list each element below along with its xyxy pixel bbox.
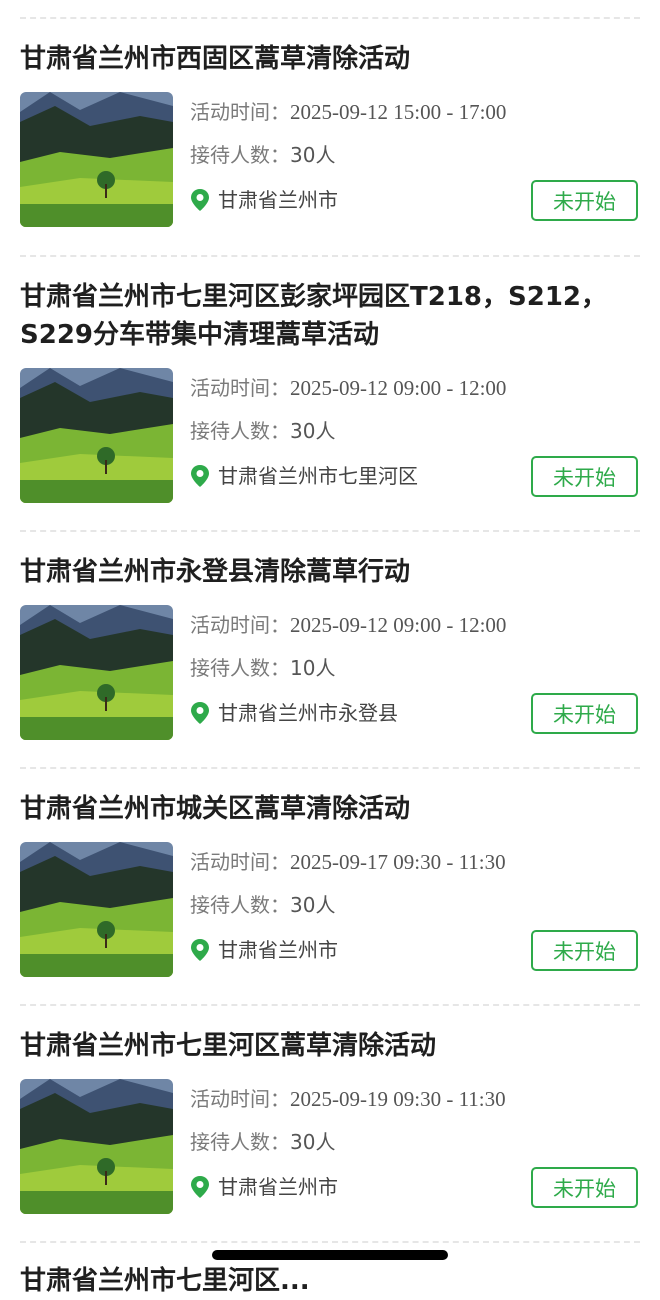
- activity-time: 活动时间：2025-09-19 09:30 - 11:30: [190, 1085, 506, 1113]
- activity-location-text: 甘肃省兰州市: [218, 1175, 338, 1199]
- activity-time-label: 活动时间：: [190, 1087, 290, 1111]
- location-pin-icon: [191, 939, 209, 961]
- activity-people: 接待人数：30人: [190, 141, 335, 169]
- activity-time-value: 2025-09-17 09:30 - 11:30: [290, 850, 506, 874]
- activity-time-label: 活动时间：: [190, 100, 290, 124]
- activity-people-label: 接待人数：: [190, 893, 290, 917]
- activity-thumbnail[interactable]: [20, 842, 173, 977]
- activity-time-value: 2025-09-19 09:30 - 11:30: [290, 1087, 506, 1111]
- activity-people-value: 30人: [290, 893, 336, 917]
- status-button[interactable]: 未开始: [531, 1167, 638, 1208]
- activity-time-label: 活动时间：: [190, 376, 290, 400]
- activity-people-value: 30人: [290, 1130, 336, 1154]
- activity-time-value: 2025-09-12 09:00 - 12:00: [290, 376, 507, 400]
- activity-people-value: 30人: [290, 419, 336, 443]
- activity-thumbnail[interactable]: [20, 92, 173, 227]
- activity-time: 活动时间：2025-09-12 09:00 - 12:00: [190, 611, 506, 639]
- activity-people-value: 30人: [290, 143, 336, 167]
- activity-time-label: 活动时间：: [190, 613, 290, 637]
- landscape-image: [20, 92, 173, 227]
- activity-people-label: 接待人数：: [190, 656, 290, 680]
- activity-thumbnail[interactable]: [20, 368, 173, 503]
- divider: [20, 767, 640, 769]
- activity-location-text: 甘肃省兰州市永登县: [218, 701, 398, 725]
- divider: [20, 530, 640, 532]
- landscape-image: [20, 842, 173, 977]
- home-indicator[interactable]: [212, 1250, 448, 1260]
- landscape-image: [20, 1079, 173, 1214]
- activity-people: 接待人数：10人: [190, 654, 335, 682]
- divider: [20, 1241, 640, 1243]
- divider: [20, 255, 640, 257]
- status-button[interactable]: 未开始: [531, 693, 638, 734]
- activity-people: 接待人数：30人: [190, 417, 335, 445]
- status-button[interactable]: 未开始: [531, 456, 638, 497]
- activity-time: 活动时间：2025-09-12 15:00 - 17:00: [190, 98, 506, 126]
- status-button[interactable]: 未开始: [531, 930, 638, 971]
- divider: [20, 17, 640, 19]
- activity-location: 甘肃省兰州市: [190, 1173, 338, 1201]
- landscape-image: [20, 368, 173, 503]
- divider: [20, 1004, 640, 1006]
- activity-title[interactable]: 甘肃省兰州市西固区蒿草清除活动: [20, 40, 640, 78]
- location-pin-icon: [191, 465, 209, 487]
- activity-people-value: 10人: [290, 656, 336, 680]
- activity-people-label: 接待人数：: [190, 143, 290, 167]
- location-pin-icon: [191, 702, 209, 724]
- location-pin-icon: [191, 189, 209, 211]
- activity-time-label: 活动时间：: [190, 850, 290, 874]
- activity-thumbnail[interactable]: [20, 1079, 173, 1214]
- activity-time-value: 2025-09-12 15:00 - 17:00: [290, 100, 507, 124]
- activity-location-text: 甘肃省兰州市: [218, 188, 338, 212]
- landscape-image: [20, 605, 173, 740]
- activity-people: 接待人数：30人: [190, 891, 335, 919]
- activity-title[interactable]: 甘肃省兰州市永登县清除蒿草行动: [20, 553, 640, 591]
- location-pin-icon: [191, 1176, 209, 1198]
- activity-time: 活动时间：2025-09-17 09:30 - 11:30: [190, 848, 506, 876]
- activity-people-label: 接待人数：: [190, 419, 290, 443]
- activity-time-value: 2025-09-12 09:00 - 12:00: [290, 613, 507, 637]
- activity-title-partial[interactable]: 甘肃省兰州市七里河区...: [20, 1262, 640, 1300]
- activity-time: 活动时间：2025-09-12 09:00 - 12:00: [190, 374, 506, 402]
- activity-people: 接待人数：30人: [190, 1128, 335, 1156]
- activity-title[interactable]: 甘肃省兰州市七里河区蒿草清除活动: [20, 1027, 640, 1065]
- activity-people-label: 接待人数：: [190, 1130, 290, 1154]
- activity-location: 甘肃省兰州市: [190, 936, 338, 964]
- activity-location-text: 甘肃省兰州市七里河区: [218, 464, 418, 488]
- activity-title[interactable]: 甘肃省兰州市城关区蒿草清除活动: [20, 790, 640, 828]
- activity-location: 甘肃省兰州市永登县: [190, 699, 398, 727]
- activity-location: 甘肃省兰州市: [190, 186, 338, 214]
- status-button[interactable]: 未开始: [531, 180, 638, 221]
- activity-thumbnail[interactable]: [20, 605, 173, 740]
- activity-location-text: 甘肃省兰州市: [218, 938, 338, 962]
- activity-title[interactable]: 甘肃省兰州市七里河区彭家坪园区T218，S212，S229分车带集中清理蒿草活动: [20, 278, 640, 354]
- activity-location: 甘肃省兰州市七里河区: [190, 462, 418, 490]
